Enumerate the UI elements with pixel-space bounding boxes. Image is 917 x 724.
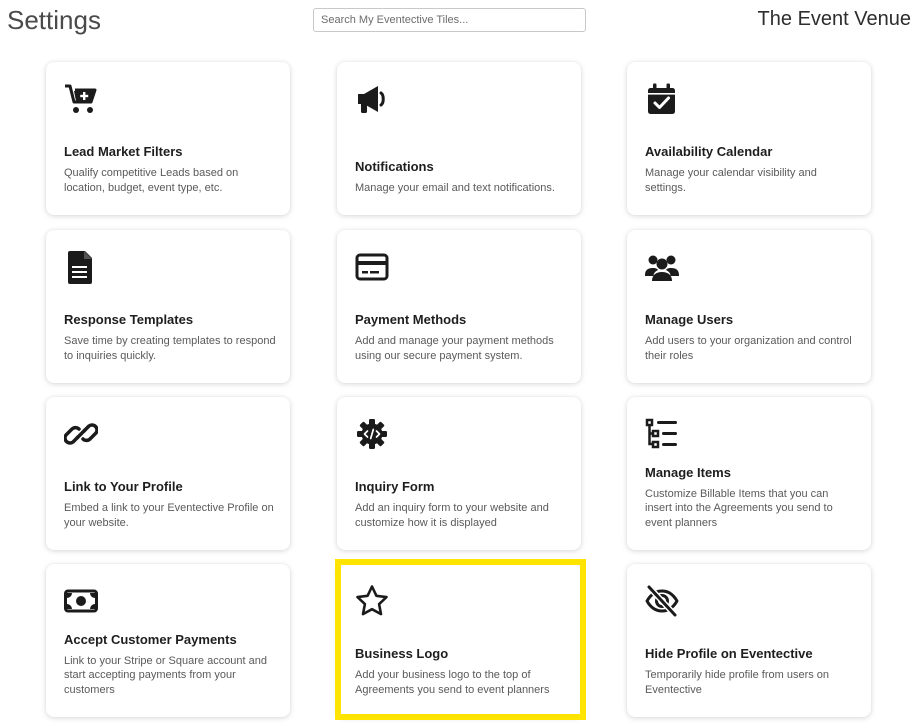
tile-title: Availability Calendar <box>645 144 773 159</box>
tile-title: Inquiry Form <box>355 479 435 494</box>
tile-description: Qualify competitive Leads based on locat… <box>64 167 239 194</box>
list-tree-icon <box>645 417 679 451</box>
tile-description: Add your business logo to the top of Agr… <box>355 669 550 696</box>
tile-title: Manage Items <box>645 464 731 480</box>
tile-description: Customize Billable Items that you can in… <box>645 487 833 529</box>
tile-description: Add users to your organization and contr… <box>645 335 852 362</box>
tile-title: Lead Market Filters <box>64 144 183 159</box>
tile-title: Notifications <box>355 158 434 174</box>
tile-hide-profile[interactable]: Hide Profile on Eventective Temporarily … <box>627 564 871 717</box>
cart-plus-icon <box>64 82 98 116</box>
tile-description: Add an inquiry form to your website and … <box>355 502 549 529</box>
tile-availability-calendar[interactable]: Availability Calendar Manage your calend… <box>627 62 871 215</box>
tile-description: Add and manage your payment methods usin… <box>355 335 554 362</box>
tile-description: Temporarily hide profile from users on E… <box>645 669 830 696</box>
tile-inquiry-form[interactable]: Inquiry Form Add an inquiry form to your… <box>337 397 581 550</box>
tile-title: Payment Methods <box>355 312 467 327</box>
tile-title: Manage Users <box>645 312 734 327</box>
tile-description: Manage your calendar visibility and sett… <box>645 167 817 194</box>
tile-description: Link to your Stripe or Square account an… <box>64 654 268 696</box>
tile-lead-market-filters[interactable]: Lead Market Filters Qualify competitive … <box>46 62 290 215</box>
venue-name: The Event Venue <box>757 8 911 30</box>
tile-title: Hide Profile on Eventective <box>645 646 813 661</box>
tile-link-to-your-profile[interactable]: Link to Your Profile Embed a link to you… <box>46 397 290 550</box>
tile-description: Save time by creating templates to respo… <box>64 335 276 362</box>
eye-slash-icon <box>645 584 679 618</box>
page-title: Settings <box>7 5 101 35</box>
search-input[interactable] <box>313 8 586 32</box>
tile-description: Embed a link to your Eventective Profile… <box>64 502 274 529</box>
megaphone-icon <box>355 82 389 116</box>
calendar-check-icon <box>645 82 679 116</box>
tile-title: Accept Customer Payments <box>64 631 237 647</box>
users-icon <box>645 250 679 284</box>
tile-title: Response Templates <box>64 312 194 327</box>
star-icon <box>355 584 389 618</box>
tile-payment-methods[interactable]: Payment Methods Add and manage your paym… <box>337 230 581 383</box>
tile-notifications[interactable]: Notifications Manage your email and text… <box>337 62 581 215</box>
document-icon <box>64 250 98 284</box>
tile-response-templates[interactable]: Response Templates Save time by creating… <box>46 230 290 383</box>
link-icon <box>64 417 98 451</box>
credit-card-icon <box>355 250 389 284</box>
tile-description: Manage your email and text notifications… <box>355 181 555 194</box>
money-bill-icon <box>64 584 98 618</box>
tile-accept-customer-payments[interactable]: Accept Customer Payments Link to your St… <box>46 564 290 717</box>
tile-manage-items[interactable]: Manage Items Customize Billable Items th… <box>627 397 871 550</box>
tile-manage-users[interactable]: Manage Users Add users to your organizat… <box>627 230 871 383</box>
code-gear-icon <box>355 417 389 451</box>
tile-business-logo[interactable]: Business Logo Add your business logo to … <box>337 564 581 717</box>
tile-title: Business Logo <box>355 646 449 661</box>
tile-title: Link to Your Profile <box>64 479 183 494</box>
